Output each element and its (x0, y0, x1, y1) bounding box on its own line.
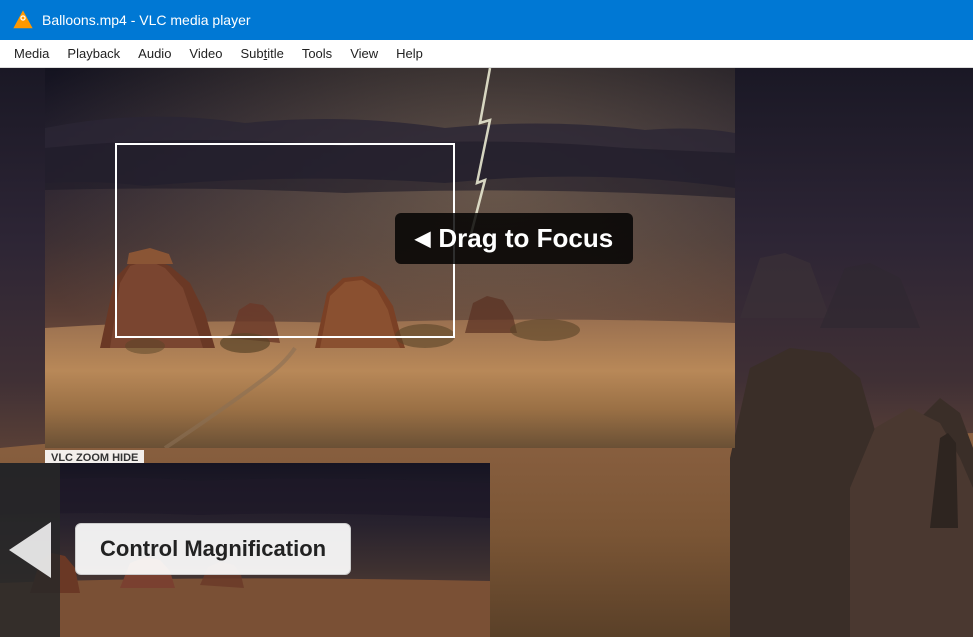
menu-subtitle[interactable]: Subtitle (232, 42, 291, 65)
menu-video[interactable]: Video (181, 42, 230, 65)
main-content: Drag to Focus VLC ZOOM HIDE (0, 68, 973, 637)
drag-to-focus-tooltip: Drag to Focus (395, 213, 633, 264)
drag-to-focus-label: Drag to Focus (438, 223, 613, 254)
magnification-left-arrow[interactable] (0, 463, 60, 637)
control-magnification-tooltip: Control Magnification (75, 523, 351, 575)
menu-audio[interactable]: Audio (130, 42, 179, 65)
vlc-logo-icon (12, 9, 34, 31)
menu-view[interactable]: View (342, 42, 386, 65)
menu-media[interactable]: Media (6, 42, 57, 65)
window-title: Balloons.mp4 - VLC media player (42, 12, 251, 28)
menu-help[interactable]: Help (388, 42, 431, 65)
menu-tools[interactable]: Tools (294, 42, 340, 65)
video-panel[interactable]: Drag to Focus (45, 68, 735, 448)
menu-playback[interactable]: Playback (59, 42, 128, 65)
arrow-left-icon (9, 522, 51, 578)
control-magnification-label: Control Magnification (100, 536, 326, 561)
title-bar: Balloons.mp4 - VLC media player (0, 0, 973, 40)
menu-bar: Media Playback Audio Video Subtitle Tool… (0, 40, 973, 68)
